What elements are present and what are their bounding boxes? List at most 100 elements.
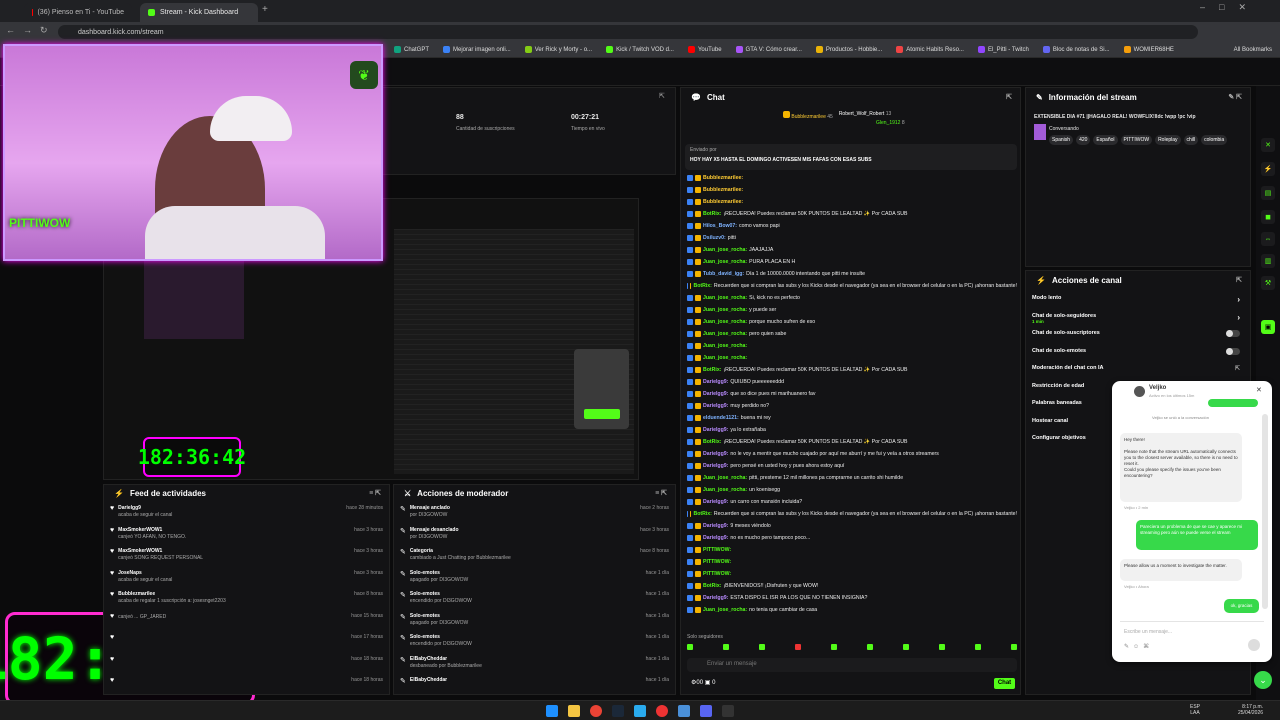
scrollbar[interactable]	[1262, 414, 1268, 609]
tag[interactable]: Español	[1093, 135, 1118, 145]
send-chat-button[interactable]: Chat	[994, 678, 1015, 689]
chat-message[interactable]: Tubb_david_igg: Día 1 de 10000.0000 inten…	[687, 268, 1017, 280]
toggle-switch[interactable]	[1226, 347, 1240, 355]
chat-message[interactable]: Darielgg9: un carro con mansión incluida?	[687, 496, 1017, 508]
bookmark-item[interactable]: El_Pitti - Twitch	[977, 46, 1029, 53]
tag[interactable]: PITTIWOW	[1120, 135, 1153, 145]
chat-username[interactable]: Darielgg9:	[703, 520, 728, 532]
chrome-icon[interactable]	[590, 705, 602, 717]
attachment-icons[interactable]: ✎☺⌘	[1124, 643, 1153, 650]
bookmark-item[interactable]: GTA V: Cómo crear...	[735, 46, 802, 53]
chat-message[interactable]: Juan_jose_rocha: JAAJAJJA	[687, 244, 1017, 256]
close-icon[interactable]: ✕	[1256, 386, 1262, 394]
chat-message[interactable]: Bubblezmarilee:	[687, 184, 1017, 196]
chat-username[interactable]: Juan_jose_rocha:	[703, 292, 747, 304]
all-bookmarks[interactable]: All Bookmarks	[1234, 47, 1272, 53]
chat-username[interactable]: Juan_jose_rocha:	[703, 328, 747, 340]
rail-button-active[interactable]: ▣	[1261, 320, 1275, 334]
chat-message[interactable]: Juan_jose_rocha:	[687, 340, 1017, 352]
popout-icon[interactable]: ⇱	[659, 92, 665, 100]
rail-button[interactable]: ▤	[1261, 186, 1275, 200]
chat-username[interactable]: Dsiluzv0:	[703, 232, 726, 244]
toggle-switch[interactable]	[1226, 330, 1240, 337]
rail-button[interactable]: ⚒	[1261, 276, 1275, 290]
chat-message[interactable]: Darielgg9: QUIUBO pueeeeeeddd	[687, 376, 1017, 388]
chat-message[interactable]: PITTIWOW:	[687, 556, 1017, 568]
bookmark-item[interactable]: WOMIER68HE	[1123, 46, 1174, 53]
chat-message[interactable]: Darielgg9: pero pensé en usted hoy y pues…	[687, 460, 1017, 472]
tab-kick-dashboard[interactable]: Stream - Kick Dashboard	[140, 3, 258, 22]
chat-username[interactable]: Bubblezmarilee:	[703, 172, 743, 184]
chat-username[interactable]: Darielgg9:	[703, 532, 728, 544]
bookmark-item[interactable]: Ver Rick y Morty - o...	[524, 46, 592, 53]
chat-username[interactable]: Darielgg9:	[703, 376, 728, 388]
chat-message[interactable]: Darielgg9: ESTA DISPO EL ISR PA LOS QUE N…	[687, 592, 1017, 604]
chat-username[interactable]: Darielgg9:	[703, 592, 728, 604]
chat-username[interactable]: Juan_jose_rocha:	[703, 244, 747, 256]
channel-action-item[interactable]: Moderación del chat con IA ⇱	[1032, 365, 1244, 383]
chat-username[interactable]: PITTIWOW:	[703, 568, 731, 580]
chat-message[interactable]: Darielgg9: 9 meses viéndolo	[687, 520, 1017, 532]
pinned-message[interactable]: Enviado por HOY HAY X5 HASTA EL DOMINGO …	[685, 144, 1017, 170]
app-icon[interactable]	[656, 705, 668, 717]
channel-action-item[interactable]: Chat de solo-suscriptores	[1032, 330, 1244, 348]
windows-start-icon[interactable]	[546, 705, 558, 717]
rail-button[interactable]: ✕	[1261, 138, 1275, 152]
chat-username[interactable]: Hilos_Bow07:	[703, 220, 737, 232]
chat-message[interactable]: Juan_jose_rocha: un koenisegg	[687, 484, 1017, 496]
chat-message[interactable]: Juan_jose_rocha:	[687, 352, 1017, 364]
bookmark-item[interactable]: Bloc de notas de Si...	[1042, 46, 1110, 53]
chat-message[interactable]: Darielgg9: no le voy a mentir que mucho c…	[687, 448, 1017, 460]
chat-message[interactable]: Juan_jose_rocha: no tenia que cambiar de …	[687, 604, 1017, 616]
chat-username[interactable]: Bubblezmarilee:	[703, 184, 743, 196]
edit-icon[interactable]: ✎ ⇱	[1228, 93, 1242, 101]
chat-username[interactable]: Darielgg9:	[703, 496, 728, 508]
chat-username[interactable]: Juan_jose_rocha:	[703, 472, 747, 484]
chat-message[interactable]: Juan_jose_rocha: pitti, presteme 12 mil m…	[687, 472, 1017, 484]
chat-username[interactable]: Juan_jose_rocha:	[703, 484, 747, 496]
discord-icon[interactable]	[700, 705, 712, 717]
bookmark-item[interactable]: Atomic Habits Reso...	[896, 46, 964, 53]
chat-message[interactable]: BotRix: Recuerden que si compran las subs…	[687, 508, 1017, 520]
filter-icon[interactable]: ≡ ⇱	[655, 489, 667, 497]
tab-youtube[interactable]: (36) Pienso en Ti - YouTube	[24, 3, 132, 22]
new-tab-button[interactable]: +	[262, 4, 268, 15]
chat-username[interactable]: PITTIWOW:	[703, 556, 731, 568]
telegram-icon[interactable]	[634, 705, 646, 717]
chat-message[interactable]: Bubblezmarilee:	[687, 172, 1017, 184]
chat-username[interactable]: BotRix:	[693, 508, 711, 520]
chat-message[interactable]: BotRix: ¡RECUERDA! Puedes reclamar 50K PU…	[687, 436, 1017, 448]
chat-message[interactable]: Darielgg9: muy perdido no?	[687, 400, 1017, 412]
tag[interactable]: colombia	[1201, 135, 1228, 145]
tag[interactable]: Spanish	[1049, 135, 1074, 145]
chat-message[interactable]: Juan_jose_rocha: pero quien sabe	[687, 328, 1017, 340]
tag[interactable]: chill	[1183, 135, 1199, 145]
chat-username[interactable]: Juan_jose_rocha:	[703, 316, 747, 328]
chat-message[interactable]: BotRix: Recuerden que si compran las subs…	[687, 280, 1017, 292]
chat-username[interactable]: Juan_jose_rocha:	[703, 256, 747, 268]
chat-message[interactable]: Darielgg9: no es mucho pero tampoco poco.…	[687, 532, 1017, 544]
window-controls[interactable]: –□✕	[1200, 2, 1260, 13]
url-input[interactable]: dashboard.kick.com/stream	[58, 25, 1198, 39]
chat-username[interactable]: Juan_jose_rocha:	[703, 604, 747, 616]
emote-bar[interactable]	[687, 644, 1017, 656]
chat-message[interactable]: PITTIWOW:	[687, 568, 1017, 580]
chat-username[interactable]: elduende1121:	[703, 412, 739, 424]
chat-message[interactable]: BotRix: ¡RECUERDA! Puedes reclamar 50K PU…	[687, 364, 1017, 376]
support-chat-bubble-icon[interactable]: ⌄	[1254, 671, 1272, 689]
tag[interactable]: Roleplay	[1155, 135, 1181, 145]
chat-username[interactable]: Darielgg9:	[703, 448, 728, 460]
clock[interactable]: 8:17 p.m. 25/04/2026	[1238, 704, 1263, 716]
chat-message[interactable]: Bubblezmarilee:	[687, 196, 1017, 208]
chat-username[interactable]: Darielgg9:	[703, 460, 728, 472]
chat-username[interactable]: BotRix:	[693, 280, 711, 292]
chat-input[interactable]: Enviar un mensaje	[687, 658, 1017, 672]
send-icon[interactable]	[1248, 639, 1260, 651]
chat-username[interactable]: Juan_jose_rocha:	[703, 304, 747, 316]
bookmark-item[interactable]: Kick / Twitch VOD d...	[606, 46, 674, 53]
chat-username[interactable]: Bubblezmarilee:	[703, 196, 743, 208]
channel-action-item[interactable]: Modo lento ›	[1032, 295, 1244, 313]
chat-username[interactable]: BotRix:	[703, 436, 721, 448]
rail-button[interactable]: ⇔	[1261, 232, 1275, 246]
chat-message[interactable]: BotRix: ¡RECUERDA! Puedes reclamar 50K PU…	[687, 208, 1017, 220]
